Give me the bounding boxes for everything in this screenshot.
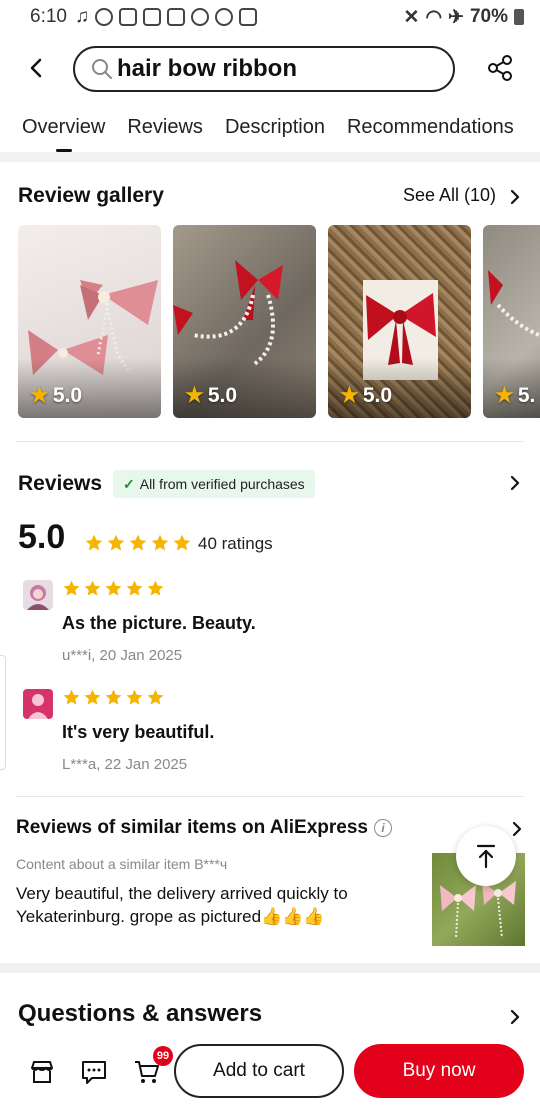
add-to-cart-button[interactable]: Add to cart — [174, 1044, 344, 1098]
star-icon — [147, 580, 164, 596]
battery-icon — [514, 9, 524, 25]
star-icon — [84, 689, 101, 705]
notification-icons: ♫ — [74, 6, 258, 28]
status-bar: 6:10 ♫ ✕ ◠ ✈ 70% — [0, 0, 540, 34]
tab-reviews[interactable]: Reviews — [127, 110, 203, 144]
photo-rating: ★ 5.0 — [340, 383, 393, 408]
star-icon — [107, 534, 125, 551]
see-all-link[interactable]: See All (10) — [403, 185, 496, 206]
star-icon — [63, 580, 80, 596]
reviewer-avatar — [23, 580, 53, 610]
star-icon: ★ — [185, 384, 204, 407]
gallery-icon — [239, 8, 258, 26]
chevron-right-icon[interactable] — [508, 188, 522, 206]
star-icon — [129, 534, 147, 551]
airplane-icon: ✈ — [448, 6, 464, 28]
ratings-count: 40 ratings — [198, 534, 273, 553]
bottom-action-bar: 99 Add to cart Buy now — [0, 1040, 540, 1110]
gallery-photo[interactable]: ★ 5.0 — [173, 225, 316, 418]
star-icon: ★ — [495, 384, 514, 407]
reviewer-avatar — [23, 689, 53, 719]
wifi-icon: ◠ — [425, 6, 443, 28]
edge-handle[interactable] — [0, 655, 6, 770]
review-text: As the picture. Beauty. — [62, 613, 256, 633]
gallery-photo[interactable]: ★ 5. — [483, 225, 540, 418]
section-separator — [0, 963, 540, 973]
gallery-photo[interactable]: ★ 5.0 — [18, 225, 161, 418]
buy-now-button[interactable]: Buy now — [354, 1044, 524, 1098]
star-icon — [84, 580, 101, 596]
search-query: hair bow ribbon — [117, 55, 297, 82]
chevron-right-icon[interactable] — [508, 1008, 522, 1026]
questions-answers-title: Questions & answers — [18, 1000, 263, 1027]
photo-rating: ★ 5. — [495, 383, 536, 408]
chevron-right-icon[interactable] — [510, 820, 524, 838]
review-gallery-title: Review gallery — [18, 184, 164, 207]
info-icon[interactable]: i — [374, 819, 392, 837]
section-separator — [0, 152, 540, 162]
tab-description[interactable]: Description — [225, 110, 325, 144]
photo-rating: ★ 5.0 — [185, 383, 238, 408]
chevron-right-icon[interactable] — [508, 474, 522, 492]
scroll-to-top-button[interactable] — [456, 826, 516, 886]
review-text: It's very beautiful. — [62, 722, 215, 742]
star-icon: ★ — [30, 384, 49, 407]
average-stars — [84, 533, 192, 553]
store-icon[interactable] — [28, 1058, 56, 1086]
arrow-up-icon — [476, 844, 496, 869]
header: hair bow ribbon — [0, 44, 540, 94]
back-arrow-icon[interactable] — [24, 54, 48, 82]
review-stars — [62, 579, 165, 598]
system-status: ✕ ◠ ✈ 70% — [404, 6, 524, 29]
divider — [16, 796, 524, 797]
tab-overview[interactable]: Overview — [22, 110, 105, 152]
section-tabs: Overview Reviews Description Recommendat… — [0, 110, 540, 152]
review-stars — [62, 688, 165, 707]
reviews-title: Reviews — [18, 472, 103, 495]
review-meta: L***a, 22 Jan 2025 — [62, 756, 188, 773]
review-gallery: ★ 5.0 ★ 5.0 ★ 5.0 ★ 5. — [18, 225, 540, 418]
photo-rating: ★ 5.0 — [30, 383, 83, 408]
average-score: 5.0 — [18, 518, 66, 556]
similar-reviews-title: Reviews of similar items on AliExpress i — [16, 817, 392, 839]
search-icon — [92, 59, 112, 79]
tab-recommendations[interactable]: Recommendations — [347, 110, 514, 144]
star-icon — [105, 689, 122, 705]
search-bar[interactable]: hair bow ribbon — [73, 46, 455, 92]
star-icon — [126, 580, 143, 596]
star-icon: ★ — [340, 384, 359, 407]
status-time: 6:10 — [30, 6, 67, 27]
star-icon — [147, 689, 164, 705]
similar-subtitle: Content about a similar item B***ч — [16, 856, 228, 872]
mute-icon: ✕ — [403, 6, 420, 28]
gallery-photo[interactable]: ★ 5.0 — [328, 225, 471, 418]
share-icon[interactable] — [486, 54, 514, 82]
app-notification-icon — [167, 8, 186, 26]
whatsapp-icon — [215, 8, 234, 26]
star-icon — [173, 534, 191, 551]
music-icon: ♫ — [74, 6, 90, 27]
app-notification-icon — [119, 8, 138, 26]
battery-level: 70% — [469, 6, 508, 27]
star-icon — [151, 534, 169, 551]
star-icon — [85, 534, 103, 551]
star-icon — [105, 580, 122, 596]
star-icon — [126, 689, 143, 705]
whatsapp-icon — [95, 8, 114, 26]
similar-review-text: Very beautiful, the delivery arrived qui… — [16, 884, 348, 926]
app-notification-icon — [143, 8, 162, 26]
facebook-icon — [191, 8, 210, 26]
star-icon — [63, 689, 80, 705]
divider — [16, 441, 524, 442]
verified-badge: ✓ All from verified purchases — [113, 470, 315, 498]
cart-count-badge: 99 — [153, 1046, 173, 1066]
review-meta: u***i, 20 Jan 2025 — [62, 647, 183, 664]
check-icon: ✓ — [123, 475, 135, 492]
chat-icon[interactable] — [80, 1058, 108, 1086]
